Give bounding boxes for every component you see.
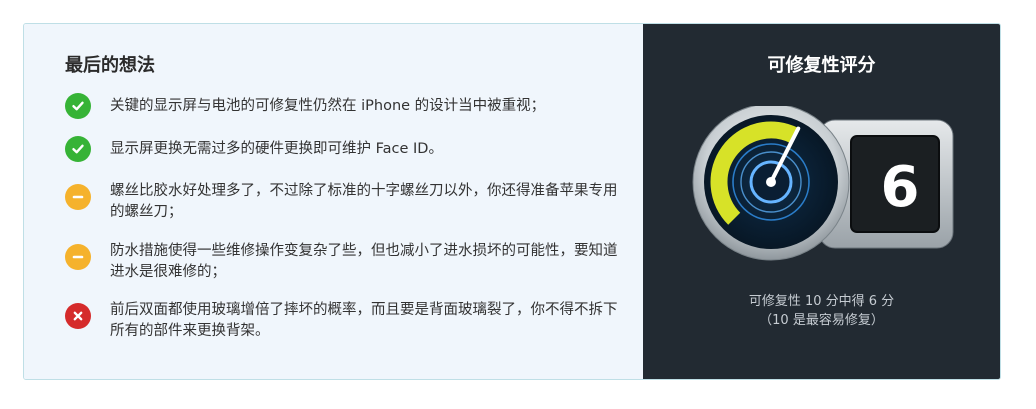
score-caption: 可修复性 10 分中得 6 分 （10 是最容易修复）: [643, 292, 1000, 330]
repairability-title: 可修复性评分: [767, 55, 876, 76]
repairability-gauge: 6: [692, 106, 954, 261]
final-thought-text: 螺丝比胶水好处理多了，不过除了标准的十字螺丝刀以外，你还得准备苹果专用的螺丝刀；: [110, 183, 618, 220]
final-thought-text: 前后双面都使用玻璃增倍了摔坏的概率，而且要是背面玻璃裂了，你不得不拆下所有的部件…: [110, 302, 618, 339]
score-value: 6: [881, 155, 920, 220]
final-thoughts-panel: 最后的想法 关键的显示屏与电池的可修复性仍然在 iPhone 的设计当中被重视；…: [24, 24, 643, 379]
minus-icon: [65, 244, 91, 270]
repairability-panel: 可修复性评分 6 可修复性 10 分中得 6 分 （10 是最容易修复）: [643, 24, 1000, 379]
gauge-hub-center: [766, 177, 776, 187]
score-caption-line2: （10 是最容易修复）: [759, 313, 884, 328]
x-icon: [65, 303, 91, 329]
final-thought-item: 防水措施使得一些维修操作变复杂了些，但也减小了进水损坏的可能性，要知道进水是很难…: [65, 241, 625, 283]
final-thoughts-heading: 最后的想法: [65, 55, 155, 76]
final-thought-item: 显示屏更换无需过多的硬件更换即可维护 Face ID。: [65, 136, 625, 162]
check-icon: [65, 136, 91, 162]
final-thought-text: 显示屏更换无需过多的硬件更换即可维护 Face ID。: [110, 141, 443, 157]
check-icon: [65, 93, 91, 119]
minus-icon: [65, 184, 91, 210]
final-thought-item: 螺丝比胶水好处理多了，不过除了标准的十字螺丝刀以外，你还得准备苹果专用的螺丝刀；: [65, 181, 625, 223]
final-thought-text: 关键的显示屏与电池的可修复性仍然在 iPhone 的设计当中被重视；: [110, 98, 546, 114]
final-thought-item: 关键的显示屏与电池的可修复性仍然在 iPhone 的设计当中被重视；: [65, 93, 625, 119]
final-thought-item: 前后双面都使用玻璃增倍了摔坏的概率，而且要是背面玻璃裂了，你不得不拆下所有的部件…: [65, 300, 625, 342]
repair-summary-card: 最后的想法 关键的显示屏与电池的可修复性仍然在 iPhone 的设计当中被重视；…: [23, 23, 1001, 380]
score-caption-line1: 可修复性 10 分中得 6 分: [748, 294, 895, 309]
final-thought-text: 防水措施使得一些维修操作变复杂了些，但也减小了进水损坏的可能性，要知道进水是很难…: [110, 243, 618, 280]
